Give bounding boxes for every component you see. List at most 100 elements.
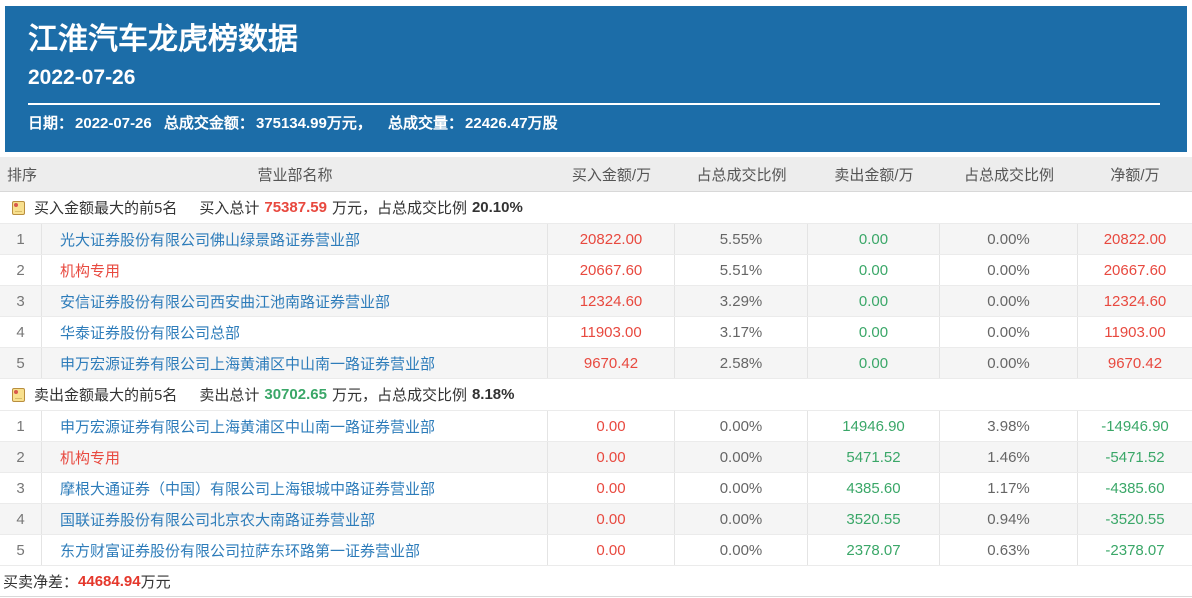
broker-name-link[interactable]: 国联证券股份有限公司北京农大南路证券营业部 [42, 504, 548, 534]
buy-pct-cell: 3.17% [675, 317, 808, 347]
sell-total-suffix: 万元，占总成交比例 [332, 384, 467, 405]
buy-amount-cell: 0.00 [548, 473, 675, 503]
net-amount-cell: -3520.55 [1078, 504, 1192, 534]
sell-total-label: 卖出总计 [199, 384, 259, 405]
net-amount-cell: -2378.07 [1078, 535, 1192, 565]
rank-cell: 4 [0, 317, 42, 347]
footer-net-diff: 买卖净差： 44684.94 万元 [0, 566, 1192, 597]
note-icon [12, 388, 25, 402]
rank-cell: 1 [0, 411, 42, 441]
sell-pct-cell: 0.00% [940, 224, 1078, 254]
table-row: 1 申万宏源证券有限公司上海黄浦区中山南一路证券营业部 0.00 0.00% 1… [0, 411, 1192, 442]
sell-pct-cell: 0.94% [940, 504, 1078, 534]
table-row: 4 国联证券股份有限公司北京农大南路证券营业部 0.00 0.00% 3520.… [0, 504, 1192, 535]
col-header-buy: 买入金额/万 [548, 157, 675, 191]
sell-amount-cell: 2378.07 [808, 535, 940, 565]
buy-amount-cell: 9670.42 [548, 348, 675, 378]
summary-volume-value: 22426.47万股 [465, 115, 558, 132]
sell-total-value: 30702.65 [264, 386, 327, 403]
sell-pct-cell: 0.63% [940, 535, 1078, 565]
col-header-rank: 排序 [0, 157, 42, 191]
net-amount-cell: -5471.52 [1078, 442, 1192, 472]
col-header-name: 营业部名称 [42, 157, 548, 191]
col-header-sell-pct: 占总成交比例 [940, 157, 1078, 191]
sell-pct-cell: 1.46% [940, 442, 1078, 472]
buy-amount-cell: 0.00 [548, 504, 675, 534]
table-row: 2 机构专用 0.00 0.00% 5471.52 1.46% -5471.52 [0, 442, 1192, 473]
buy-pct-cell: 5.51% [675, 255, 808, 285]
broker-name-link: 机构专用 [42, 442, 548, 472]
broker-name-link[interactable]: 光大证券股份有限公司佛山绿景路证券营业部 [42, 224, 548, 254]
summary-date-label: 日期： [28, 115, 73, 132]
summary-date-value: 2022-07-26 [75, 115, 152, 132]
buy-total-suffix: 万元，占总成交比例 [332, 197, 467, 218]
table-row: 3 摩根大通证券（中国）有限公司上海银城中路证券营业部 0.00 0.00% 4… [0, 473, 1192, 504]
broker-name-link[interactable]: 申万宏源证券有限公司上海黄浦区中山南一路证券营业部 [42, 348, 548, 378]
buy-pct-cell: 2.58% [675, 348, 808, 378]
buy-section-title: 买入金额最大的前5名 [34, 197, 177, 218]
table-row: 5 申万宏源证券有限公司上海黄浦区中山南一路证券营业部 9670.42 2.58… [0, 348, 1192, 379]
sell-amount-cell: 4385.60 [808, 473, 940, 503]
buy-pct-cell: 0.00% [675, 442, 808, 472]
net-amount-cell: 12324.60 [1078, 286, 1192, 316]
buy-pct-cell: 5.55% [675, 224, 808, 254]
broker-name-link[interactable]: 东方财富证券股份有限公司拉萨东环路第一证券营业部 [42, 535, 548, 565]
buy-amount-cell: 20667.60 [548, 255, 675, 285]
sell-amount-cell: 0.00 [808, 286, 940, 316]
buy-pct-cell: 0.00% [675, 411, 808, 441]
summary-turnover-label: 总成交金额： [164, 115, 254, 132]
buy-amount-cell: 0.00 [548, 442, 675, 472]
buy-rows: 1 光大证券股份有限公司佛山绿景路证券营业部 20822.00 5.55% 0.… [0, 224, 1192, 379]
rank-cell: 4 [0, 504, 42, 534]
sell-pct-cell: 0.00% [940, 348, 1078, 378]
net-amount-cell: -4385.60 [1078, 473, 1192, 503]
sell-total-pct: 8.18% [472, 386, 515, 403]
sell-pct-cell: 0.00% [940, 255, 1078, 285]
buy-pct-cell: 0.00% [675, 535, 808, 565]
buy-pct-cell: 0.00% [675, 473, 808, 503]
rank-cell: 2 [0, 442, 42, 472]
buy-amount-cell: 11903.00 [548, 317, 675, 347]
buy-section-title-row: 买入金额最大的前5名 买入总计 75387.59 万元，占总成交比例 20.10… [0, 192, 1192, 224]
buy-total-value: 75387.59 [264, 199, 327, 216]
net-amount-cell: 20822.00 [1078, 224, 1192, 254]
net-diff-unit: 万元 [141, 571, 171, 592]
broker-name-link: 机构专用 [42, 255, 548, 285]
col-header-buy-pct: 占总成交比例 [675, 157, 808, 191]
buy-amount-cell: 12324.60 [548, 286, 675, 316]
table-row: 1 光大证券股份有限公司佛山绿景路证券营业部 20822.00 5.55% 0.… [0, 224, 1192, 255]
lhb-header: 江淮汽车龙虎榜数据 2022-07-26 日期：2022-07-26 总成交金额… [5, 6, 1187, 152]
net-amount-cell: 20667.60 [1078, 255, 1192, 285]
note-icon [12, 201, 25, 215]
data-table: 排序 营业部名称 买入金额/万 占总成交比例 卖出金额/万 占总成交比例 净额/… [0, 157, 1192, 566]
net-amount-cell: 11903.00 [1078, 317, 1192, 347]
sell-amount-cell: 5471.52 [808, 442, 940, 472]
buy-amount-cell: 0.00 [548, 535, 675, 565]
header-divider [28, 103, 1160, 105]
summary-volume-label: 总成交量： [388, 115, 463, 132]
table-row: 2 机构专用 20667.60 5.51% 0.00 0.00% 20667.6… [0, 255, 1192, 286]
rank-cell: 3 [0, 473, 42, 503]
table-row: 5 东方财富证券股份有限公司拉萨东环路第一证券营业部 0.00 0.00% 23… [0, 535, 1192, 566]
buy-pct-cell: 3.29% [675, 286, 808, 316]
sell-amount-cell: 0.00 [808, 348, 940, 378]
sell-amount-cell: 14946.90 [808, 411, 940, 441]
report-date: 2022-07-26 [28, 66, 1187, 90]
broker-name-link[interactable]: 申万宏源证券有限公司上海黄浦区中山南一路证券营业部 [42, 411, 548, 441]
rank-cell: 3 [0, 286, 42, 316]
sell-pct-cell: 1.17% [940, 473, 1078, 503]
sell-amount-cell: 0.00 [808, 255, 940, 285]
broker-name-link[interactable]: 摩根大通证券（中国）有限公司上海银城中路证券营业部 [42, 473, 548, 503]
buy-amount-cell: 0.00 [548, 411, 675, 441]
summary-turnover-value: 375134.99万元， [256, 115, 372, 132]
net-amount-cell: -14946.90 [1078, 411, 1192, 441]
broker-name-link[interactable]: 安信证券股份有限公司西安曲江池南路证券营业部 [42, 286, 548, 316]
buy-total-pct: 20.10% [472, 199, 523, 216]
broker-name-link[interactable]: 华泰证券股份有限公司总部 [42, 317, 548, 347]
buy-amount-cell: 20822.00 [548, 224, 675, 254]
table-row: 4 华泰证券股份有限公司总部 11903.00 3.17% 0.00 0.00%… [0, 317, 1192, 348]
sell-pct-cell: 0.00% [940, 286, 1078, 316]
col-header-sell: 卖出金额/万 [808, 157, 940, 191]
col-header-net: 净额/万 [1078, 157, 1192, 191]
sell-amount-cell: 3520.55 [808, 504, 940, 534]
